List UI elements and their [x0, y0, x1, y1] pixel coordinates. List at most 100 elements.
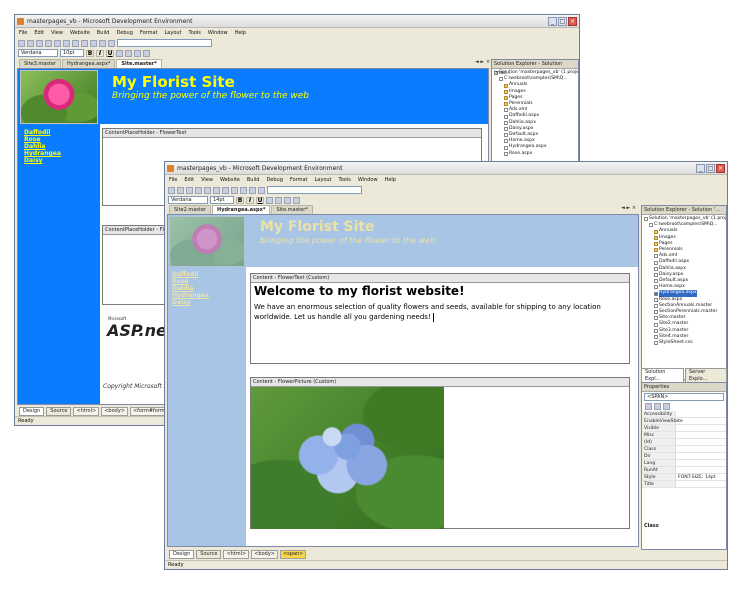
property-row[interactable]: RunAt [642, 467, 726, 474]
property-row[interactable]: (Id) [642, 439, 726, 446]
tab-site2[interactable]: Site2.master [169, 205, 212, 214]
tag-html[interactable]: <html> [73, 406, 100, 416]
body-text-content[interactable]: We have an enormous selection of quality… [254, 303, 601, 321]
menu-edit[interactable]: Edit [184, 175, 194, 185]
run-icon[interactable] [249, 186, 256, 194]
tag-html[interactable]: <html> [223, 549, 250, 559]
menu-layout[interactable]: Layout [165, 28, 182, 38]
properties-object-select[interactable]: <SPAN> [644, 393, 724, 401]
indent-icon[interactable] [293, 196, 300, 204]
property-value[interactable] [676, 411, 726, 417]
font-select[interactable]: Verdana [18, 49, 58, 57]
font-select[interactable]: Verdana [168, 196, 208, 204]
property-value[interactable] [676, 439, 726, 445]
property-pages-icon[interactable] [663, 403, 670, 410]
underline-icon[interactable]: U [106, 49, 114, 57]
menu-help[interactable]: Help [385, 175, 396, 185]
source-tab[interactable]: Source [196, 549, 222, 559]
menu-window[interactable]: Window [358, 175, 378, 185]
indent-icon[interactable] [143, 49, 150, 57]
open-icon[interactable] [27, 39, 34, 47]
italic-icon[interactable]: I [96, 49, 104, 57]
property-value[interactable] [676, 425, 726, 431]
menu-build[interactable]: Build [97, 28, 110, 38]
design-tab[interactable]: Design [169, 549, 195, 559]
size-select[interactable]: 10pt [60, 49, 84, 57]
menu-view[interactable]: View [51, 28, 63, 38]
property-value[interactable] [676, 481, 726, 487]
property-value[interactable] [676, 460, 726, 466]
property-row[interactable]: Style FONT-SIZE: 14pt [642, 474, 726, 481]
maximize-button[interactable]: □ [706, 164, 715, 173]
tree-item[interactable]: StyleSheet.css [644, 340, 724, 346]
welcome-heading[interactable]: Welcome to my florist website! [251, 283, 629, 299]
undo-icon[interactable] [231, 186, 238, 194]
menu-file[interactable]: File [169, 175, 177, 185]
menu-website[interactable]: Website [70, 28, 90, 38]
menu-tools[interactable]: Tools [189, 28, 201, 38]
save-icon[interactable] [36, 39, 43, 47]
menu-window[interactable]: Window [208, 28, 228, 38]
save-all-icon[interactable] [45, 39, 52, 47]
property-row[interactable]: Visible [642, 425, 726, 432]
property-value[interactable] [676, 446, 726, 452]
close-button[interactable]: × [716, 164, 725, 173]
menu-view[interactable]: View [201, 175, 213, 185]
link-dahlia[interactable]: Dahlia [172, 285, 209, 292]
find-icon[interactable] [108, 39, 115, 47]
paste-icon[interactable] [72, 39, 79, 47]
tab-close-icon[interactable]: ◄ ► × [475, 59, 490, 65]
property-row[interactable]: Lang [642, 460, 726, 467]
content-flowerpicture[interactable]: Content - FlowerPicture (Custom) [250, 377, 630, 529]
content-flowertext[interactable]: Content - FlowerText (Custom) Welcome to… [250, 273, 630, 364]
front-ide-window[interactable]: masterpages_vb - Microsoft Development E… [164, 161, 728, 570]
redo-icon[interactable] [240, 186, 247, 194]
property-row[interactable]: Accessibility [642, 411, 726, 418]
size-select[interactable]: 14pt [210, 196, 234, 204]
paste-icon[interactable] [222, 186, 229, 194]
property-value[interactable] [676, 467, 726, 473]
property-value[interactable] [676, 418, 726, 424]
open-icon[interactable] [177, 186, 184, 194]
minimize-button[interactable]: _ [548, 17, 557, 26]
link-daisy[interactable]: Daisy [24, 157, 61, 164]
close-button[interactable]: × [568, 17, 577, 26]
find-icon[interactable] [258, 186, 265, 194]
font-color-icon[interactable] [116, 49, 123, 57]
menu-format[interactable]: Format [290, 175, 308, 185]
tag-span[interactable]: <span> [279, 549, 307, 559]
tab-close-icon[interactable]: ◄ ► × [621, 205, 636, 211]
align-icon[interactable] [125, 49, 132, 57]
menu-website[interactable]: Website [220, 175, 240, 185]
tree-item[interactable]: Rose.aspx [494, 151, 576, 157]
menu-layout[interactable]: Layout [315, 175, 332, 185]
back-title-bar[interactable]: masterpages_vb - Microsoft Development E… [15, 15, 579, 28]
link-daffodil[interactable]: Daffodil [24, 129, 61, 136]
menu-debug[interactable]: Debug [266, 175, 282, 185]
design-surface[interactable]: Daffodil Rose Dahlia Hydrangea Daisy My … [167, 214, 639, 547]
link-hydrangea[interactable]: Hydrangea [24, 150, 61, 157]
body-text[interactable]: We have an enormous selection of quality… [251, 299, 629, 325]
source-tab[interactable]: Source [46, 406, 72, 416]
align-icon[interactable] [275, 196, 282, 204]
property-value[interactable] [676, 453, 726, 459]
list-icon[interactable] [284, 196, 291, 204]
cut-icon[interactable] [204, 186, 211, 194]
link-rose[interactable]: Rose [172, 278, 209, 285]
property-row[interactable]: Title [642, 481, 726, 488]
tab-site-master[interactable]: Site.master* [116, 59, 162, 68]
minimize-button[interactable]: _ [696, 164, 705, 173]
menu-edit[interactable]: Edit [34, 28, 44, 38]
cut-icon[interactable] [54, 39, 61, 47]
font-color-icon[interactable] [266, 196, 273, 204]
property-value[interactable] [676, 432, 726, 438]
menu-build[interactable]: Build [247, 175, 260, 185]
save-all-icon[interactable] [195, 186, 202, 194]
tab-site-master[interactable]: Site.master* [271, 205, 313, 214]
tag-body[interactable]: <body> [251, 549, 278, 559]
menu-file[interactable]: File [19, 28, 27, 38]
tab-hydrangea[interactable]: Hydrangea.aspx* [62, 59, 116, 68]
link-hydrangea[interactable]: Hydrangea [172, 292, 209, 299]
bold-icon[interactable]: B [86, 49, 94, 57]
property-row[interactable]: EnableViewState [642, 418, 726, 425]
